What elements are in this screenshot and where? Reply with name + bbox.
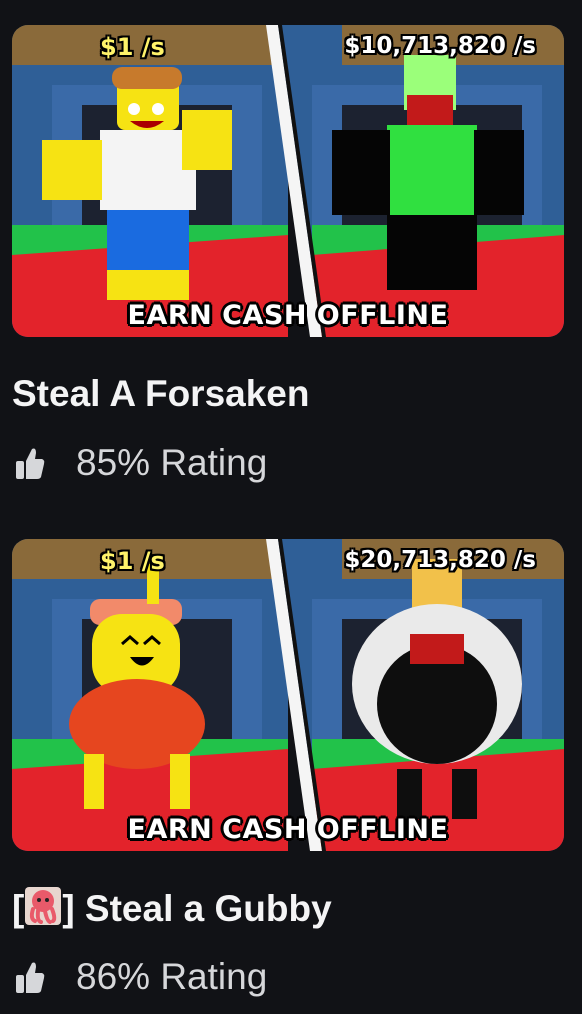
game-title[interactable]: [ ] Steal a Gubby	[12, 887, 332, 930]
thumbnail-banner: EARN CASH OFFLINE	[127, 814, 449, 845]
game-rating: 86% Rating	[14, 955, 267, 999]
thumbnail-right-rate: $10,713,820 /s	[344, 33, 536, 59]
thumbnail-art	[12, 25, 564, 337]
game-thumbnail[interactable]: $1 /s $10,713,820 /s EARN CASH OFFLINE	[12, 25, 564, 337]
game-card-steal-a-gubby[interactable]: $1 /s $20,713,820 /s EARN CASH OFFLINE […	[12, 539, 564, 997]
thumbs-up-icon	[16, 962, 45, 993]
game-rating: 85% Rating	[14, 441, 267, 485]
octopus-icon	[25, 887, 62, 925]
rating-text: 85% Rating	[76, 442, 268, 483]
game-card-steal-a-forsaken[interactable]: $1 /s $10,713,820 /s EARN CASH OFFLINE S…	[12, 25, 564, 483]
thumbs-up-icon	[16, 448, 45, 479]
thumbnail-left-rate: $1 /s	[100, 33, 165, 61]
title-suffix: ] Steal a Gubby	[62, 888, 332, 929]
thumbnail-banner: EARN CASH OFFLINE	[127, 300, 449, 331]
thumbnail-left-rate: $1 /s	[100, 547, 165, 575]
thumbnail-right-rate: $20,713,820 /s	[344, 547, 536, 573]
thumbnail-art	[12, 539, 564, 851]
title-prefix: [	[12, 888, 25, 929]
game-thumbnail[interactable]: $1 /s $20,713,820 /s EARN CASH OFFLINE	[12, 539, 564, 851]
game-title[interactable]: Steal A Forsaken	[12, 373, 309, 415]
rating-text: 86% Rating	[76, 956, 268, 997]
